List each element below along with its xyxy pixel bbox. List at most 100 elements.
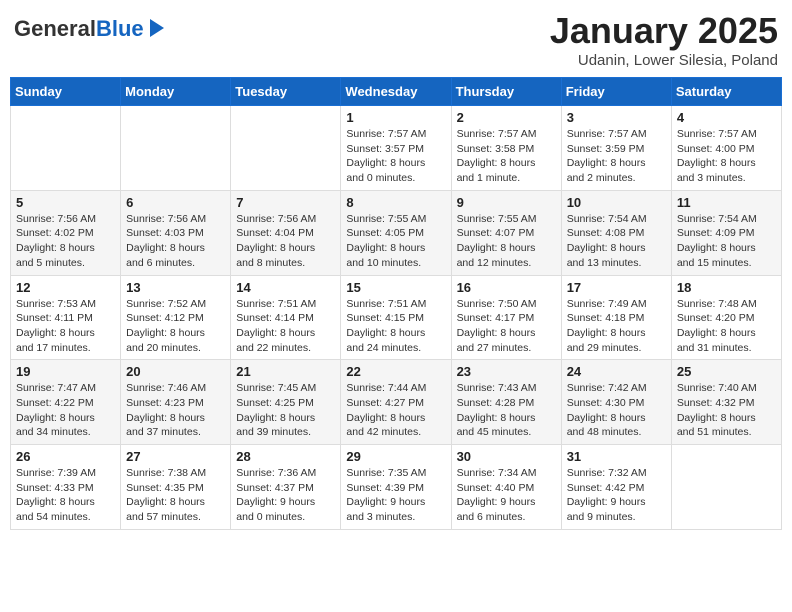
page-header: GeneralBlue January 2025 Udanin, Lower S… [10, 10, 782, 69]
cell-info: Sunrise: 7:50 AM Sunset: 4:17 PM Dayligh… [457, 297, 556, 356]
day-number: 12 [16, 280, 115, 295]
day-number: 2 [457, 110, 556, 125]
week-row-4: 26 Sunrise: 7:39 AM Sunset: 4:33 PM Dayli… [11, 445, 782, 530]
title-block: January 2025 Udanin, Lower Silesia, Pola… [550, 10, 778, 69]
calendar-cell: 13 Sunrise: 7:52 AM Sunset: 4:12 PM Dayli… [121, 275, 231, 360]
cell-info: Sunrise: 7:39 AM Sunset: 4:33 PM Dayligh… [16, 466, 115, 525]
header-day-tuesday: Tuesday [231, 78, 341, 106]
calendar-cell [121, 106, 231, 191]
calendar-cell: 26 Sunrise: 7:39 AM Sunset: 4:33 PM Dayli… [11, 445, 121, 530]
calendar-cell: 9 Sunrise: 7:55 AM Sunset: 4:07 PM Daylig… [451, 190, 561, 275]
day-number: 19 [16, 364, 115, 379]
day-number: 1 [346, 110, 445, 125]
header-day-monday: Monday [121, 78, 231, 106]
cell-info: Sunrise: 7:57 AM Sunset: 3:59 PM Dayligh… [567, 127, 666, 186]
cell-info: Sunrise: 7:56 AM Sunset: 4:02 PM Dayligh… [16, 212, 115, 271]
calendar-cell: 19 Sunrise: 7:47 AM Sunset: 4:22 PM Dayli… [11, 360, 121, 445]
calendar-cell: 30Sunrise: 7:34 AM Sunset: 4:40 PM Dayli… [451, 445, 561, 530]
cell-info: Sunrise: 7:54 AM Sunset: 4:08 PM Dayligh… [567, 212, 666, 271]
cell-info: Sunrise: 7:42 AM Sunset: 4:30 PM Dayligh… [567, 381, 666, 440]
day-number: 28 [236, 449, 335, 464]
day-number: 20 [126, 364, 225, 379]
day-number: 23 [457, 364, 556, 379]
cell-info: Sunrise: 7:49 AM Sunset: 4:18 PM Dayligh… [567, 297, 666, 356]
header-day-sunday: Sunday [11, 78, 121, 106]
day-number: 5 [16, 195, 115, 210]
logo-icon [150, 19, 164, 37]
cell-info: Sunrise: 7:44 AM Sunset: 4:27 PM Dayligh… [346, 381, 445, 440]
header-day-friday: Friday [561, 78, 671, 106]
calendar-cell: 14Sunrise: 7:51 AM Sunset: 4:14 PM Dayli… [231, 275, 341, 360]
calendar-cell: 22Sunrise: 7:44 AM Sunset: 4:27 PM Dayli… [341, 360, 451, 445]
day-number: 31 [567, 449, 666, 464]
cell-info: Sunrise: 7:57 AM Sunset: 3:58 PM Dayligh… [457, 127, 556, 186]
day-number: 25 [677, 364, 776, 379]
header-day-wednesday: Wednesday [341, 78, 451, 106]
cell-info: Sunrise: 7:36 AM Sunset: 4:37 PM Dayligh… [236, 466, 335, 525]
month-title: January 2025 [550, 10, 778, 52]
day-number: 10 [567, 195, 666, 210]
logo-general-text: General [14, 16, 96, 41]
logo-blue-text: Blue [96, 16, 144, 41]
day-number: 16 [457, 280, 556, 295]
day-number: 7 [236, 195, 335, 210]
logo: GeneralBlue [14, 16, 164, 42]
calendar-cell: 24Sunrise: 7:42 AM Sunset: 4:30 PM Dayli… [561, 360, 671, 445]
cell-info: Sunrise: 7:51 AM Sunset: 4:14 PM Dayligh… [236, 297, 335, 356]
calendar-cell: 2 Sunrise: 7:57 AM Sunset: 3:58 PM Daylig… [451, 106, 561, 191]
calendar-cell: 27Sunrise: 7:38 AM Sunset: 4:35 PM Dayli… [121, 445, 231, 530]
header-day-saturday: Saturday [671, 78, 781, 106]
cell-info: Sunrise: 7:32 AM Sunset: 4:42 PM Dayligh… [567, 466, 666, 525]
cell-info: Sunrise: 7:55 AM Sunset: 4:05 PM Dayligh… [346, 212, 445, 271]
calendar-cell: 20 Sunrise: 7:46 AM Sunset: 4:23 PM Dayli… [121, 360, 231, 445]
cell-info: Sunrise: 7:43 AM Sunset: 4:28 PM Dayligh… [457, 381, 556, 440]
calendar-cell: 6Sunrise: 7:56 AM Sunset: 4:03 PM Daylig… [121, 190, 231, 275]
day-number: 26 [16, 449, 115, 464]
day-number: 11 [677, 195, 776, 210]
day-number: 30 [457, 449, 556, 464]
cell-info: Sunrise: 7:46 AM Sunset: 4:23 PM Dayligh… [126, 381, 225, 440]
cell-info: Sunrise: 7:45 AM Sunset: 4:25 PM Dayligh… [236, 381, 335, 440]
calendar-cell: 21 Sunrise: 7:45 AM Sunset: 4:25 PM Dayli… [231, 360, 341, 445]
calendar-cell [671, 445, 781, 530]
calendar-table: SundayMondayTuesdayWednesdayThursdayFrid… [10, 77, 782, 530]
calendar-body: 1Sunrise: 7:57 AM Sunset: 3:57 PM Daylig… [11, 106, 782, 530]
calendar-cell [231, 106, 341, 191]
header-row: SundayMondayTuesdayWednesdayThursdayFrid… [11, 78, 782, 106]
cell-info: Sunrise: 7:52 AM Sunset: 4:12 PM Dayligh… [126, 297, 225, 356]
day-number: 17 [567, 280, 666, 295]
cell-info: Sunrise: 7:55 AM Sunset: 4:07 PM Dayligh… [457, 212, 556, 271]
cell-info: Sunrise: 7:35 AM Sunset: 4:39 PM Dayligh… [346, 466, 445, 525]
cell-info: Sunrise: 7:48 AM Sunset: 4:20 PM Dayligh… [677, 297, 776, 356]
day-number: 9 [457, 195, 556, 210]
week-row-1: 5 Sunrise: 7:56 AM Sunset: 4:02 PM Daylig… [11, 190, 782, 275]
calendar-cell: 4Sunrise: 7:57 AM Sunset: 4:00 PM Daylig… [671, 106, 781, 191]
cell-info: Sunrise: 7:40 AM Sunset: 4:32 PM Dayligh… [677, 381, 776, 440]
calendar-cell [11, 106, 121, 191]
calendar-cell: 18Sunrise: 7:48 AM Sunset: 4:20 PM Dayli… [671, 275, 781, 360]
week-row-3: 19 Sunrise: 7:47 AM Sunset: 4:22 PM Dayli… [11, 360, 782, 445]
calendar-cell: 5 Sunrise: 7:56 AM Sunset: 4:02 PM Daylig… [11, 190, 121, 275]
day-number: 15 [346, 280, 445, 295]
calendar-cell: 23 Sunrise: 7:43 AM Sunset: 4:28 PM Dayli… [451, 360, 561, 445]
calendar-cell: 11Sunrise: 7:54 AM Sunset: 4:09 PM Dayli… [671, 190, 781, 275]
calendar-cell: 29Sunrise: 7:35 AM Sunset: 4:39 PM Dayli… [341, 445, 451, 530]
week-row-0: 1Sunrise: 7:57 AM Sunset: 3:57 PM Daylig… [11, 106, 782, 191]
calendar-cell: 7Sunrise: 7:56 AM Sunset: 4:04 PM Daylig… [231, 190, 341, 275]
cell-info: Sunrise: 7:47 AM Sunset: 4:22 PM Dayligh… [16, 381, 115, 440]
day-number: 21 [236, 364, 335, 379]
day-number: 3 [567, 110, 666, 125]
location-subtitle: Udanin, Lower Silesia, Poland [550, 52, 778, 69]
calendar-cell: 25 Sunrise: 7:40 AM Sunset: 4:32 PM Dayli… [671, 360, 781, 445]
calendar-header: SundayMondayTuesdayWednesdayThursdayFrid… [11, 78, 782, 106]
calendar-cell: 1Sunrise: 7:57 AM Sunset: 3:57 PM Daylig… [341, 106, 451, 191]
calendar-cell: 16 Sunrise: 7:50 AM Sunset: 4:17 PM Dayli… [451, 275, 561, 360]
calendar-cell: 15Sunrise: 7:51 AM Sunset: 4:15 PM Dayli… [341, 275, 451, 360]
day-number: 13 [126, 280, 225, 295]
calendar-cell: 17 Sunrise: 7:49 AM Sunset: 4:18 PM Dayli… [561, 275, 671, 360]
cell-info: Sunrise: 7:53 AM Sunset: 4:11 PM Dayligh… [16, 297, 115, 356]
cell-info: Sunrise: 7:56 AM Sunset: 4:03 PM Dayligh… [126, 212, 225, 271]
calendar-cell: 12 Sunrise: 7:53 AM Sunset: 4:11 PM Dayli… [11, 275, 121, 360]
cell-info: Sunrise: 7:38 AM Sunset: 4:35 PM Dayligh… [126, 466, 225, 525]
calendar-cell: 28 Sunrise: 7:36 AM Sunset: 4:37 PM Dayli… [231, 445, 341, 530]
